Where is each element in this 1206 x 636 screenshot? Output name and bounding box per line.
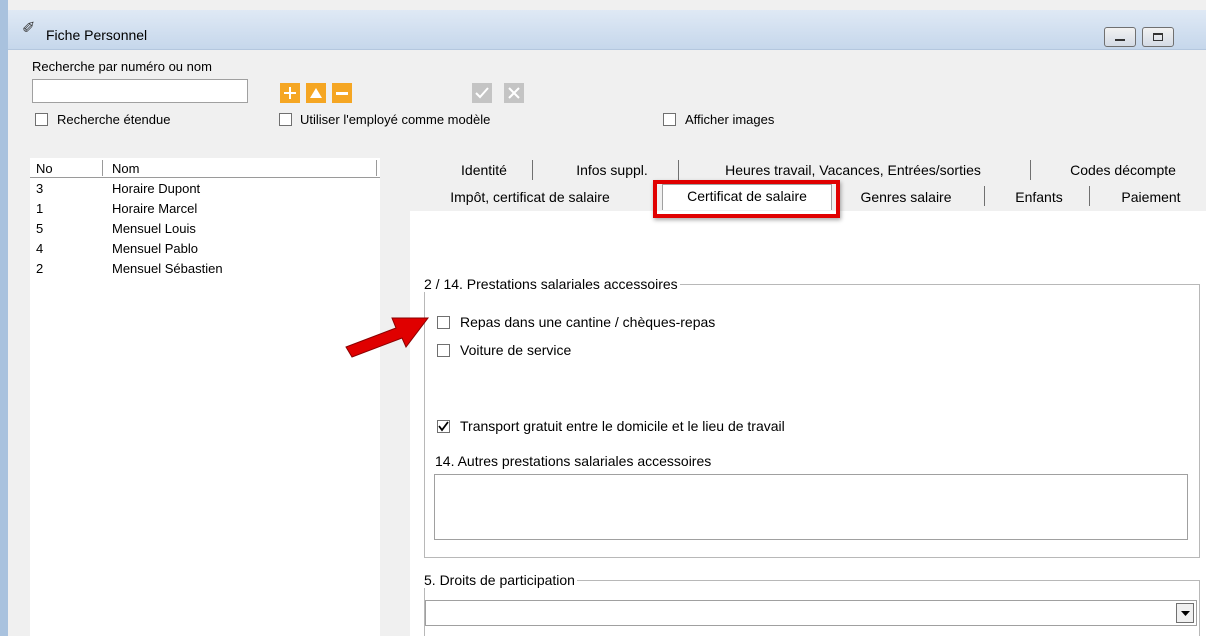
employee-name: Mensuel Pablo <box>112 241 198 256</box>
tab-separator <box>678 160 679 180</box>
employee-number: 5 <box>36 221 44 236</box>
show-images-checkbox[interactable] <box>663 113 676 126</box>
x-icon <box>508 87 520 99</box>
canteen-checkbox[interactable] <box>437 316 450 329</box>
tab-label: Codes décompte <box>1070 162 1176 178</box>
company-car-label: Voiture de service <box>460 342 572 358</box>
tab-separator <box>984 186 985 206</box>
chevron-down-icon <box>1180 610 1190 616</box>
checkmark-icon <box>475 87 489 99</box>
participation-group-title: 5. Droits de participation <box>422 572 577 588</box>
tab-impot-certificat[interactable]: Impôt, certificat de salaire <box>420 189 640 211</box>
list-item[interactable]: 3 Horaire Dupont <box>30 179 380 199</box>
employee-name: Horaire Marcel <box>112 201 198 216</box>
dropdown-button[interactable] <box>1176 603 1194 623</box>
plus-icon <box>284 87 296 99</box>
tab-label: Paiement <box>1121 189 1181 205</box>
employee-list[interactable]: No Nom 3 Horaire Dupont 1 Horaire Marcel… <box>30 158 380 636</box>
column-header-name[interactable]: Nom <box>112 161 139 176</box>
pen-icon: ✐ <box>22 20 36 37</box>
highlight-frame <box>653 180 840 218</box>
list-header: No Nom <box>30 158 380 178</box>
column-separator[interactable] <box>102 160 103 176</box>
column-header-no[interactable]: No <box>36 161 53 176</box>
window-border <box>0 0 8 636</box>
other-benefits-label: 14. Autres prestations salariales access… <box>435 453 712 469</box>
employee-name: Mensuel Sébastien <box>112 261 223 276</box>
maximize-button[interactable] <box>1142 27 1174 47</box>
list-item[interactable]: 4 Mensuel Pablo <box>30 239 380 259</box>
tab-separator <box>532 160 533 180</box>
employee-name: Horaire Dupont <box>112 181 201 196</box>
column-separator[interactable] <box>376 160 377 176</box>
move-up-button[interactable] <box>306 83 326 103</box>
tab-label: Infos suppl. <box>576 162 648 178</box>
free-transport-label: Transport gratuit entre le domicile et l… <box>460 418 785 434</box>
tab-label: Enfants <box>1015 189 1063 205</box>
free-transport-checkbox[interactable] <box>437 420 450 433</box>
tab-identite[interactable]: Identité <box>436 162 532 184</box>
employee-name: Mensuel Louis <box>112 221 196 236</box>
search-label: Recherche par numéro ou nom <box>32 59 212 74</box>
employee-number: 3 <box>36 181 44 196</box>
tab-label: Heures travail, Vacances, Entrées/sortie… <box>725 162 981 178</box>
company-car-checkbox[interactable] <box>437 344 450 357</box>
other-benefits-field[interactable] <box>434 474 1188 540</box>
employee-number: 2 <box>36 261 44 276</box>
title-bar: ✐ Fiche Personnel <box>8 10 1206 50</box>
tab-label: Impôt, certificat de salaire <box>450 189 610 205</box>
employee-number: 4 <box>36 241 44 256</box>
participation-dropdown[interactable] <box>425 600 1197 626</box>
list-item[interactable]: 5 Mensuel Louis <box>30 219 380 239</box>
tab-separator <box>1089 186 1090 206</box>
employee-number: 1 <box>36 201 44 216</box>
tab-separator <box>1030 160 1031 180</box>
tab-paiement[interactable]: Paiement <box>1104 189 1198 211</box>
list-item[interactable]: 1 Horaire Marcel <box>30 199 380 219</box>
window-title: Fiche Personnel <box>46 27 148 43</box>
red-arrow-icon <box>345 317 430 358</box>
tab-genres-salaire[interactable]: Genres salaire <box>842 189 970 211</box>
triangle-up-icon <box>310 88 322 98</box>
confirm-button[interactable] <box>472 83 492 103</box>
extended-search-label: Recherche étendue <box>57 112 171 127</box>
minus-icon <box>336 92 348 95</box>
add-button[interactable] <box>280 83 300 103</box>
checkmark-icon <box>438 421 449 432</box>
minimize-icon <box>1115 39 1125 41</box>
tab-label: Genres salaire <box>860 189 952 205</box>
tab-label: Identité <box>461 162 507 178</box>
minimize-button[interactable] <box>1104 27 1136 47</box>
extended-search-checkbox[interactable] <box>35 113 48 126</box>
show-images-label: Afficher images <box>685 112 775 127</box>
template-checkbox[interactable] <box>279 113 292 126</box>
canteen-label: Repas dans une cantine / chèques-repas <box>460 314 716 330</box>
benefits-group-title: 2 / 14. Prestations salariales accessoir… <box>422 276 680 292</box>
tab-enfants[interactable]: Enfants <box>996 189 1082 211</box>
remove-button[interactable] <box>332 83 352 103</box>
cancel-button[interactable] <box>504 83 524 103</box>
tab-codes-decompte[interactable]: Codes décompte <box>1048 162 1198 184</box>
search-input[interactable] <box>32 79 248 103</box>
maximize-icon <box>1153 33 1163 41</box>
template-label: Utiliser l'employé comme modèle <box>300 112 491 127</box>
list-item[interactable]: 2 Mensuel Sébastien <box>30 259 380 279</box>
